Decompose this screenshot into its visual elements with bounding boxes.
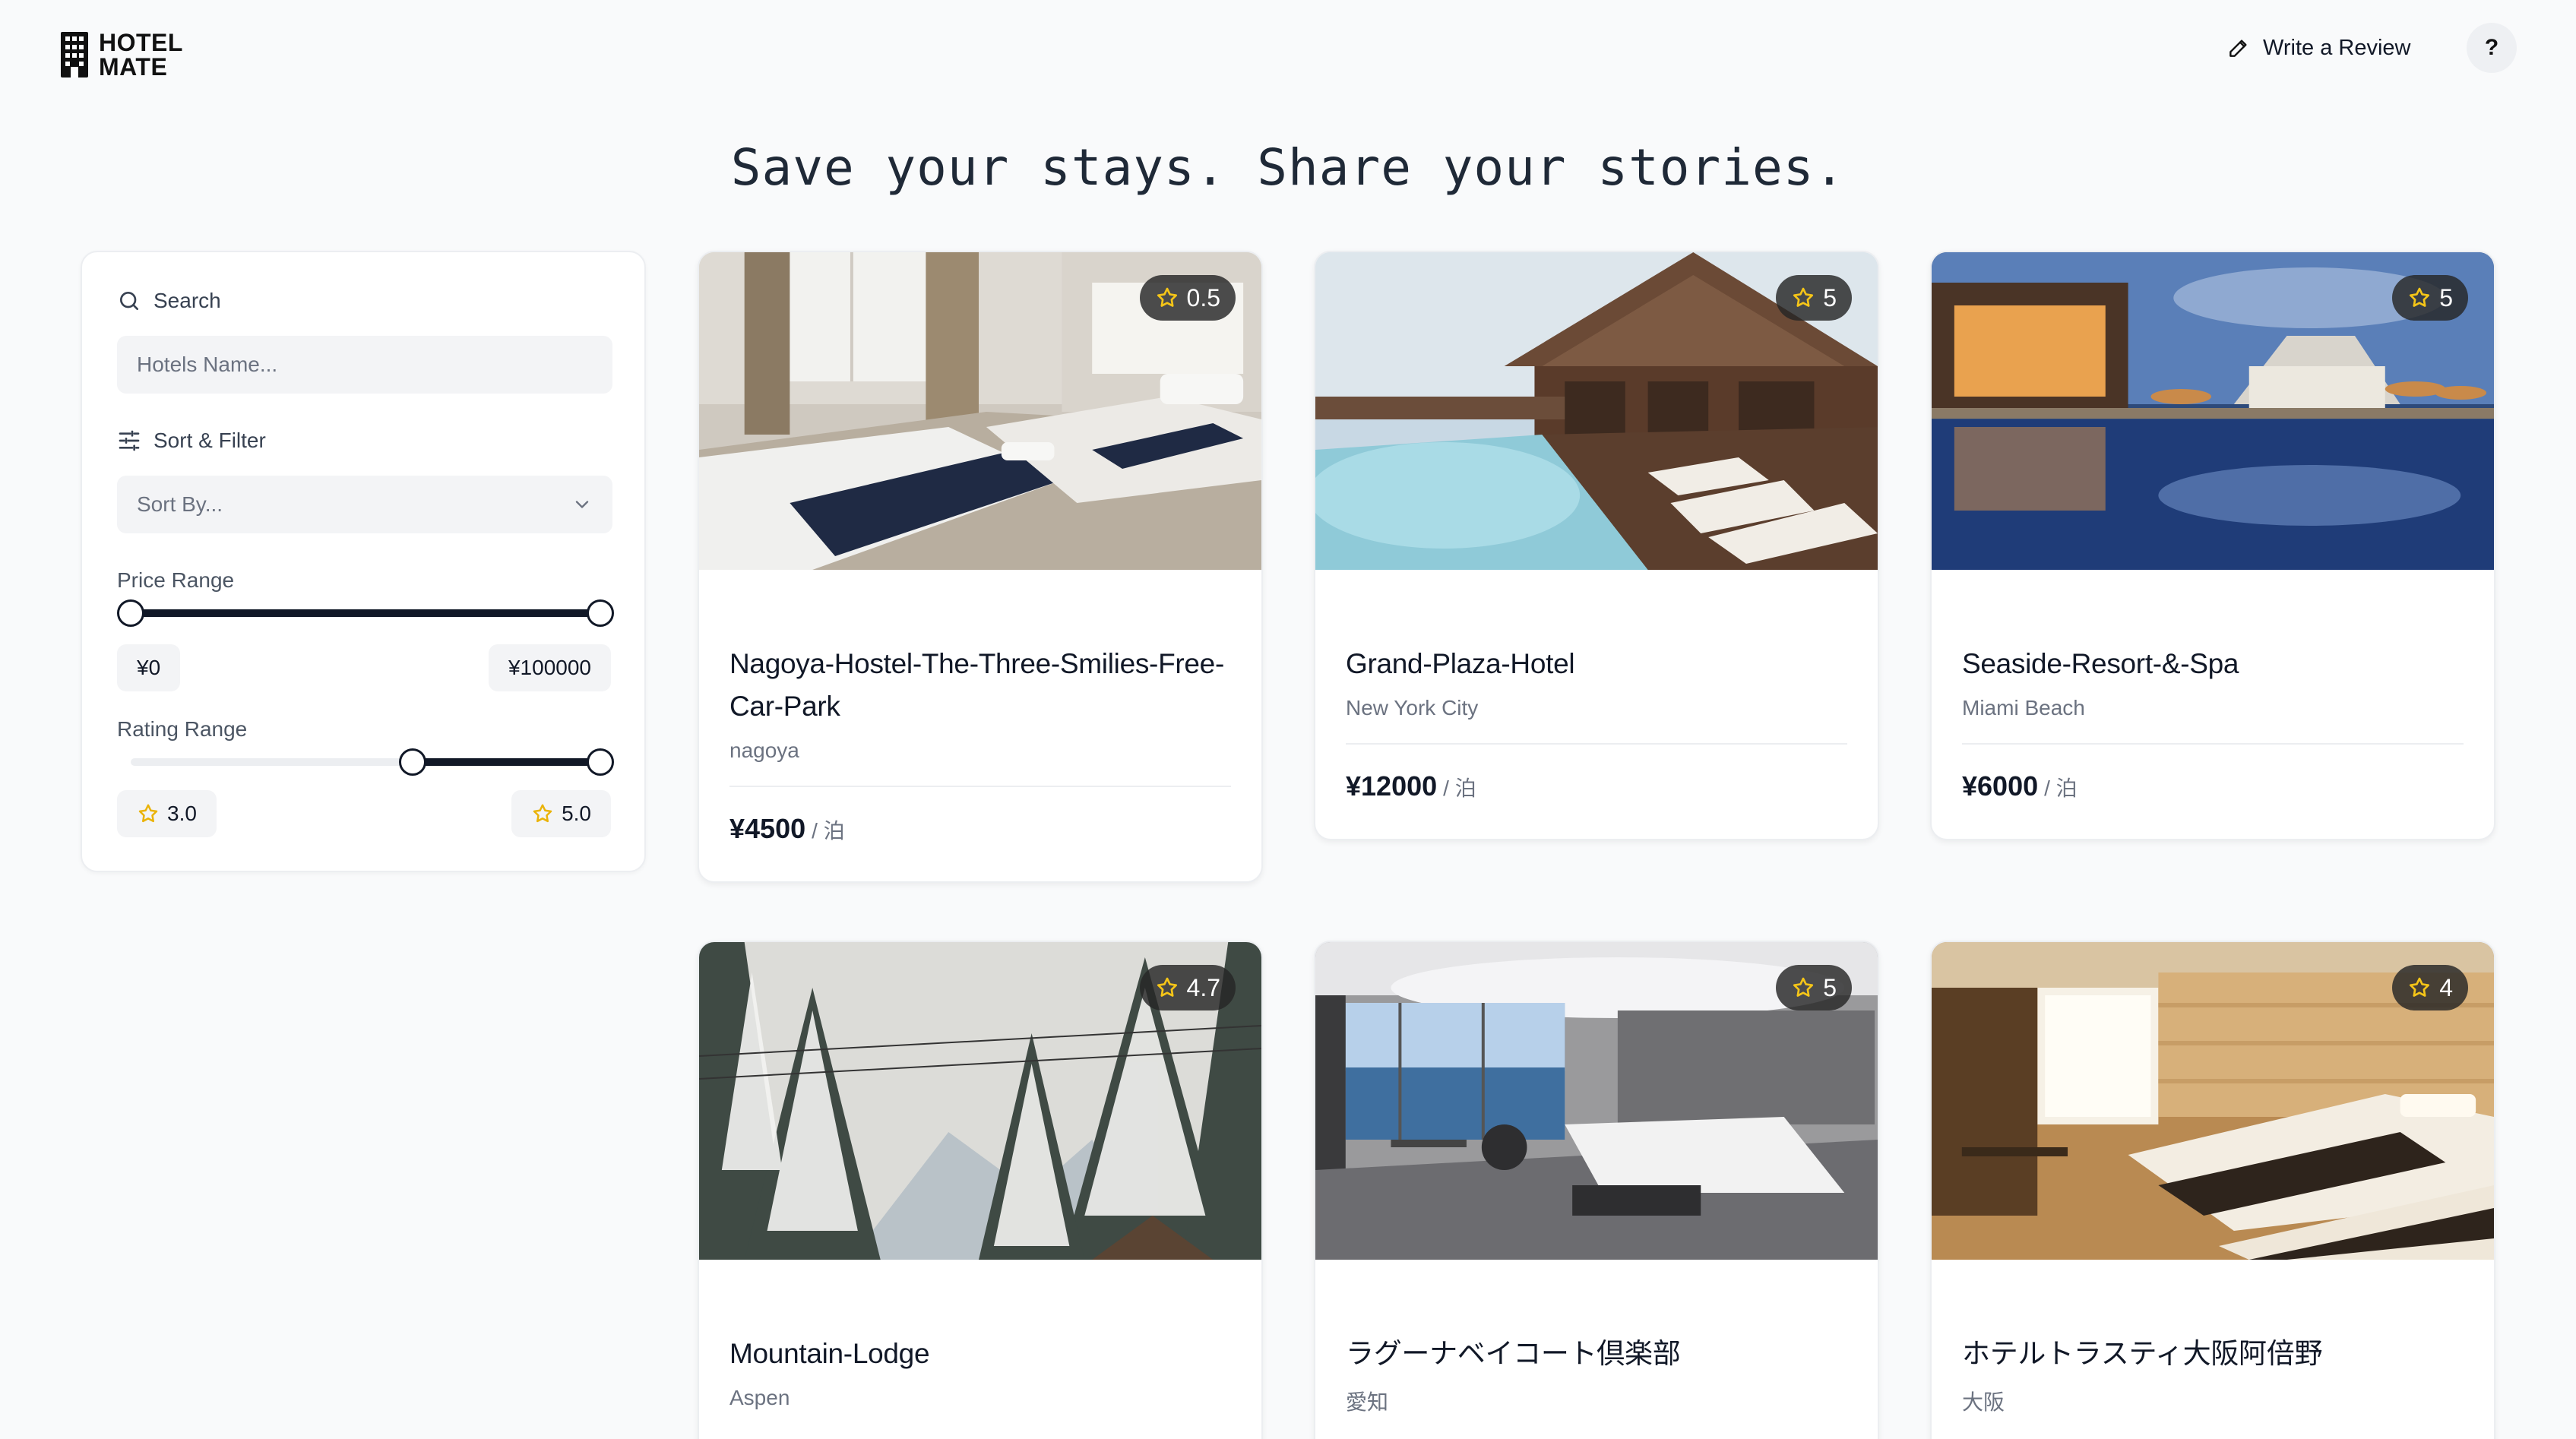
hotel-price: ¥12000 / 泊 (1346, 770, 1847, 802)
hotel-location: 愛知 (1346, 1390, 1389, 1414)
star-icon (2410, 977, 2430, 997)
hotel-photo: 4.7 (699, 942, 1261, 1260)
rating-value: 5 (2439, 283, 2453, 312)
divider (729, 786, 1231, 787)
price-min-value: ¥0 (117, 644, 181, 691)
logo-line-1: HOTEL (99, 29, 183, 56)
rating-range-slider[interactable] (131, 748, 614, 776)
building-icon (61, 32, 88, 77)
sort-filter-label: Sort & Filter (153, 429, 266, 452)
hotel-card[interactable]: 0.5 Nagoya-Hostel-The-Three-Smilies-Free… (698, 251, 1263, 883)
search-section-label: Search (117, 289, 221, 313)
filter-sidebar: Search Hotels Name... Sort & Filter Sort… (81, 251, 646, 872)
hotel-photo: 5 (1932, 252, 2494, 570)
hotel-photo: 0.5 (699, 252, 1261, 570)
sort-by-select[interactable]: Sort By... (117, 476, 612, 533)
tagline: Save your stays. Share your stories. (730, 138, 1846, 197)
rating-max-value: 5.0 (511, 790, 611, 837)
rating-max-label: 5.0 (562, 802, 591, 825)
hotel-card[interactable]: 5 ラグーナベイコート倶楽部 愛知 (1314, 941, 1879, 1439)
sliders-icon (119, 430, 140, 451)
hotel-location: 大阪 (1962, 1390, 2005, 1414)
search-icon (120, 292, 138, 310)
hotel-photo: 5 (1315, 252, 1878, 570)
pencil-icon (2229, 40, 2247, 57)
price-unit: / 泊 (2044, 776, 2078, 800)
hotel-location: New York City (1346, 696, 1479, 720)
rating-badge: 0.5 (1139, 275, 1236, 321)
star-icon (533, 804, 552, 823)
price-unit: / 泊 (1443, 776, 1476, 800)
help-button[interactable]: ? (2467, 23, 2517, 73)
rating-value: 0.5 (1186, 283, 1220, 312)
star-icon (2410, 287, 2430, 307)
sort-placeholder: Sort By... (137, 492, 223, 516)
hotel-name: Nagoya-Hostel-The-Three-Smilies-Free-Car… (729, 648, 1224, 722)
star-icon (1793, 977, 1814, 997)
hotel-card[interactable]: 4.7 Mountain-Lodge Aspen (698, 941, 1263, 1439)
price-range-slider[interactable] (117, 599, 614, 627)
hotel-card[interactable]: 5 Seaside-Resort-&-Spa Miami Beach ¥6000… (1930, 251, 2495, 840)
rating-min-value: 3.0 (117, 790, 217, 837)
rating-min-handle[interactable] (398, 748, 426, 776)
rating-badge: 4.7 (1139, 965, 1236, 1010)
hotel-location: Miami Beach (1962, 696, 2085, 720)
rating-value: 5 (1823, 973, 1837, 1001)
hotel-search-input[interactable]: Hotels Name... (117, 336, 612, 394)
sort-filter-section-label: Sort & Filter (117, 429, 266, 453)
chevron-down-icon (575, 501, 589, 508)
hotel-card[interactable]: 5 Grand-Plaza-Hotel New York City ¥12000… (1314, 251, 1879, 840)
hotel-name: ラグーナベイコート倶楽部 (1346, 1338, 1681, 1369)
hotel-location: nagoya (729, 738, 799, 762)
search-placeholder: Hotels Name... (137, 353, 278, 376)
logo-line-2: MATE (99, 53, 168, 81)
price-value: ¥12000 (1346, 770, 1438, 802)
write-review-label: Write a Review (2263, 35, 2411, 60)
rating-min-label: 3.0 (167, 802, 197, 825)
search-label: Search (153, 289, 221, 312)
star-icon (1157, 287, 1177, 307)
rating-range-label: Rating Range (117, 717, 248, 741)
rating-value: 4 (2439, 973, 2453, 1001)
star-icon (1157, 977, 1177, 997)
star-icon (1793, 287, 1814, 307)
rating-range-fill (412, 758, 600, 766)
rating-badge: 5 (1776, 275, 1852, 321)
page: HOTEL MATE Write a Review ? Save your st… (0, 0, 2576, 1439)
price-max-handle[interactable] (587, 599, 614, 627)
hotel-location: Aspen (729, 1386, 790, 1409)
hotel-name: Grand-Plaza-Hotel (1346, 648, 1575, 679)
price-range-fill (131, 609, 600, 617)
logo[interactable]: HOTEL MATE (61, 30, 183, 79)
rating-max-handle[interactable] (587, 748, 614, 776)
price-max-value: ¥100000 (488, 644, 611, 691)
hotel-photo: 5 (1315, 942, 1878, 1260)
price-min-label: ¥0 (137, 656, 161, 679)
rating-value: 4.7 (1186, 973, 1220, 1001)
hotel-name: Mountain-Lodge (729, 1338, 930, 1369)
price-range-label: Price Range (117, 568, 235, 592)
rating-value: 5 (1823, 283, 1837, 312)
write-review-button[interactable]: Write a Review (2226, 29, 2410, 67)
hotel-photo: 4 (1932, 942, 2494, 1260)
divider (1346, 743, 1847, 745)
divider (1962, 743, 2464, 745)
price-value: ¥6000 (1962, 770, 2039, 802)
price-min-handle[interactable] (117, 599, 144, 627)
help-label: ? (2484, 35, 2499, 60)
rating-badge: 5 (2392, 275, 2468, 321)
hotel-price: ¥6000 / 泊 (1962, 770, 2464, 802)
price-unit: / 泊 (812, 819, 845, 843)
price-max-label: ¥100000 (508, 656, 591, 679)
hotel-price: ¥4500 / 泊 (729, 813, 1231, 845)
star-icon (138, 804, 158, 823)
price-value: ¥4500 (729, 813, 806, 844)
rating-badge: 5 (1776, 965, 1852, 1010)
hotel-name: Seaside-Resort-&-Spa (1962, 648, 2239, 679)
logo-text: HOTEL MATE (99, 30, 183, 79)
hotel-card[interactable]: 4 ホテルトラスティ大阪阿倍野 大阪 (1930, 941, 2495, 1439)
rating-badge: 4 (2392, 965, 2468, 1010)
hotel-name: ホテルトラスティ大阪阿倍野 (1962, 1338, 2323, 1369)
